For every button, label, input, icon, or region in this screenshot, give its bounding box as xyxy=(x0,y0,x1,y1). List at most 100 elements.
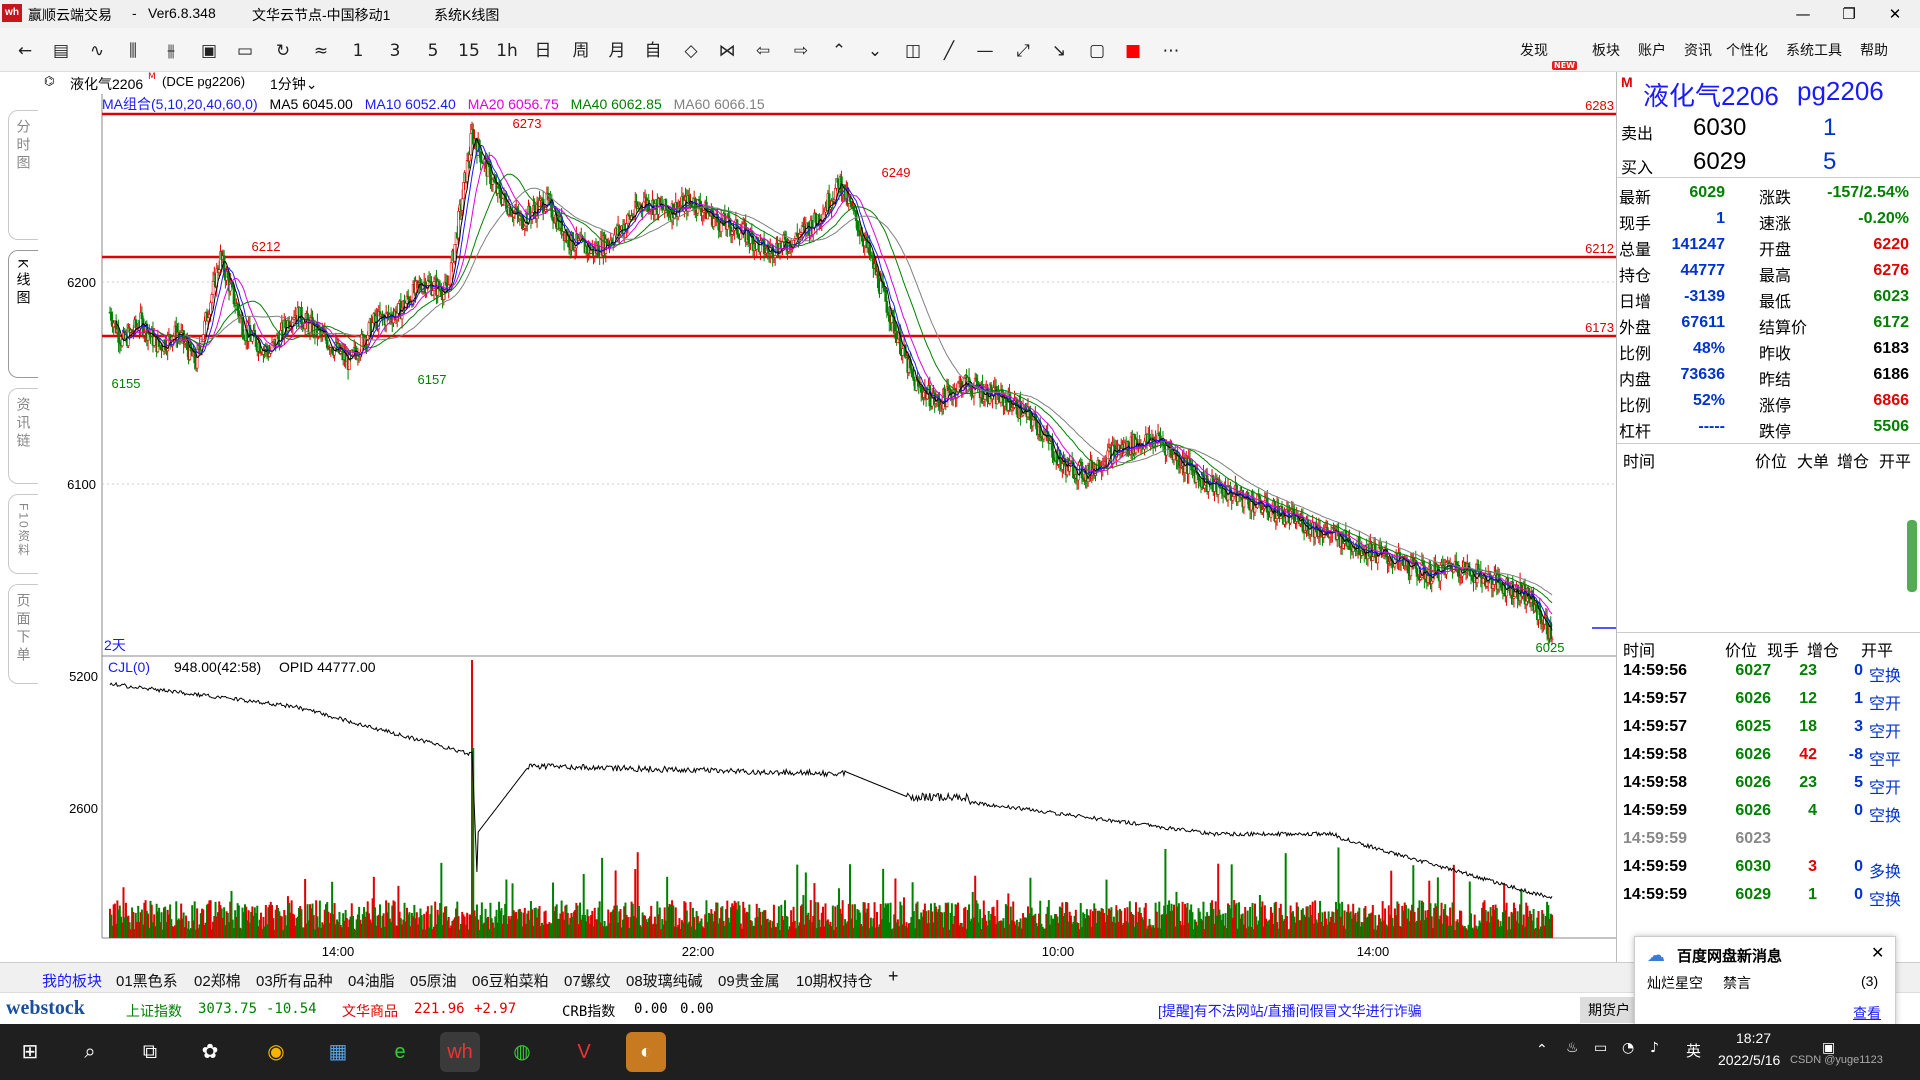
candle-body xyxy=(1247,499,1251,509)
period-day[interactable]: 日 xyxy=(530,40,556,62)
period-month[interactable]: 月 xyxy=(604,40,630,62)
color-icon[interactable]: ■ xyxy=(1120,40,1146,62)
ask-price[interactable]: 6030 xyxy=(1693,114,1746,142)
refresh-icon[interactable]: ↻ xyxy=(270,40,296,62)
down-icon[interactable]: ⌄ xyxy=(862,40,888,62)
windows-start-icon[interactable]: ⊞ xyxy=(10,1032,50,1072)
futures-account-button[interactable]: 期货户 xyxy=(1580,997,1638,1023)
tab-meal[interactable]: 06豆粕菜粕 xyxy=(472,970,549,991)
rect-icon[interactable]: ▢ xyxy=(1084,40,1110,62)
vol-header[interactable]: CJL(0) xyxy=(108,659,150,675)
zoom-out-icon[interactable]: ◇ xyxy=(678,40,704,62)
layout-icon[interactable]: ◫ xyxy=(900,40,926,62)
notify-close-icon[interactable]: ✕ xyxy=(1871,943,1884,963)
stat-value: 48% xyxy=(1692,340,1725,357)
draw-line-icon[interactable]: ╱ xyxy=(936,40,962,62)
chrome-icon[interactable]: ◉ xyxy=(256,1032,296,1072)
idx3-name[interactable]: CRB指数 xyxy=(562,1001,615,1021)
status-bar: webstock 上证指数 3073.75 -10.54 文华商品 221.96… xyxy=(0,992,1920,1024)
app-icon-1[interactable]: ✿ xyxy=(190,1032,230,1072)
tab-my-sector[interactable]: 我的板块 xyxy=(42,970,102,991)
volume-bar xyxy=(1551,914,1553,938)
idx1-name[interactable]: 上证指数 xyxy=(126,1001,182,1021)
app-icon-v[interactable]: V xyxy=(564,1032,604,1072)
clock-date[interactable]: 2022/5/16 xyxy=(1718,1052,1780,1068)
clock-time[interactable]: 18:27 xyxy=(1736,1030,1771,1046)
table-icon[interactable]: ▣ xyxy=(196,40,222,62)
period-week[interactable]: 周 xyxy=(568,40,594,62)
period-1h[interactable]: 1h xyxy=(494,40,520,62)
stat-value: 67611 xyxy=(1681,314,1725,331)
tab-rebar[interactable]: 07螺纹 xyxy=(564,970,611,991)
tick-oc: 空换 xyxy=(1869,808,1902,825)
wechat-icon[interactable]: ◍ xyxy=(502,1032,542,1072)
right-arrow-icon[interactable]: ⇨ xyxy=(788,40,814,62)
list-icon[interactable]: ▤ xyxy=(48,40,74,62)
tray-app-icon[interactable]: ♨ xyxy=(1566,1040,1579,1056)
scrollbar-thumb[interactable] xyxy=(1907,520,1917,592)
ray-icon[interactable]: ⤢ xyxy=(1010,40,1036,62)
period-1m[interactable]: 1 xyxy=(345,40,371,62)
save-icon[interactable]: ▭ xyxy=(232,40,258,62)
period-15m[interactable]: 15 xyxy=(456,40,482,62)
menu-discover[interactable]: 发现 xyxy=(1520,40,1548,60)
candle-body xyxy=(1426,575,1430,583)
tab-black[interactable]: 01黑色系 xyxy=(116,970,178,991)
tab-precious[interactable]: 09贵金属 xyxy=(718,970,780,991)
explorer-icon[interactable]: ▦ xyxy=(318,1032,358,1072)
task-view-icon[interactable]: ⧉ xyxy=(130,1032,170,1072)
period-5m[interactable]: 5 xyxy=(420,40,446,62)
fraud-notice[interactable]: [提醒]有不法网站/直播间假冒文华进行诈骗 xyxy=(1158,1001,1422,1021)
tray-up-icon[interactable]: ⌃ xyxy=(1536,1042,1548,1058)
restore-icon[interactable]: ❐ xyxy=(1826,0,1872,28)
menu-sectors[interactable]: 板块 xyxy=(1592,40,1620,60)
close-icon[interactable]: ✕ xyxy=(1872,0,1918,28)
notify-view-link[interactable]: 查看 xyxy=(1853,1003,1881,1023)
more-icon[interactable]: ⋯ xyxy=(1158,40,1184,62)
menu-help[interactable]: 帮助 xyxy=(1860,40,1888,60)
idx2-name[interactable]: 文华商品 xyxy=(342,1001,398,1021)
battery-icon[interactable]: ▭ xyxy=(1594,1040,1607,1056)
add-tab-button[interactable]: + xyxy=(888,966,899,987)
tab-options[interactable]: 10期权持仓 xyxy=(796,970,873,991)
back-icon[interactable]: ← xyxy=(12,40,38,62)
minimize-icon[interactable]: — xyxy=(1780,0,1826,28)
candle-body xyxy=(912,376,916,382)
tick-price: 6026 xyxy=(1735,802,1771,819)
bar-icon[interactable]: ⫵ xyxy=(158,40,184,62)
menu-news[interactable]: 资讯 xyxy=(1684,40,1712,60)
bid-price[interactable]: 6029 xyxy=(1693,148,1746,176)
browser-icon[interactable]: e xyxy=(380,1032,420,1072)
menu-tools[interactable]: 系统工具 xyxy=(1786,40,1842,60)
days-label: 2天 xyxy=(104,637,126,653)
menu-personalize[interactable]: 个性化 xyxy=(1726,40,1768,60)
kline-chart[interactable]: 6200 6100 6283 6212 6173 6273 6249 6212 … xyxy=(0,72,1616,962)
up-icon[interactable]: ⌃ xyxy=(826,40,852,62)
wenhua-taskbar-icon[interactable]: wh xyxy=(440,1032,480,1072)
tab-crude[interactable]: 05原油 xyxy=(410,970,457,991)
tab-cotton[interactable]: 02郑棉 xyxy=(194,970,241,991)
left-arrow-icon[interactable]: ⇦ xyxy=(750,40,776,62)
python-icon[interactable]: ◐ xyxy=(626,1032,666,1072)
tab-oils[interactable]: 04油脂 xyxy=(348,970,395,991)
line-chart-icon[interactable]: ∿ xyxy=(84,40,110,62)
candlestick-icon[interactable]: ⫼ xyxy=(120,40,146,62)
period-custom[interactable]: 自 xyxy=(640,40,666,62)
search-icon[interactable]: ⌕ xyxy=(70,1032,110,1072)
zoom-in-icon[interactable]: ⋈ xyxy=(714,40,740,62)
candle-body xyxy=(206,317,210,322)
notify-item[interactable]: 灿烂星空 xyxy=(1647,973,1703,993)
tab-all[interactable]: 03所有品种 xyxy=(256,970,333,991)
hline-icon[interactable]: — xyxy=(972,40,998,62)
wifi-icon[interactable]: ◔ xyxy=(1622,1040,1634,1056)
candle-body xyxy=(664,199,668,210)
period-3m[interactable]: 3 xyxy=(382,40,408,62)
menu-account[interactable]: 账户 xyxy=(1638,40,1666,60)
indicator-icon[interactable]: ≈ xyxy=(308,40,334,62)
tick-oi: -8 xyxy=(1848,746,1863,763)
arrow-down-right-icon[interactable]: ↘ xyxy=(1046,40,1072,62)
tab-glass[interactable]: 08玻璃纯碱 xyxy=(626,970,703,991)
ime-indicator[interactable]: 英 xyxy=(1686,1040,1701,1061)
ticks-col-qty: 现手 xyxy=(1767,643,1800,660)
volume-icon[interactable]: ♪ xyxy=(1650,1040,1659,1056)
